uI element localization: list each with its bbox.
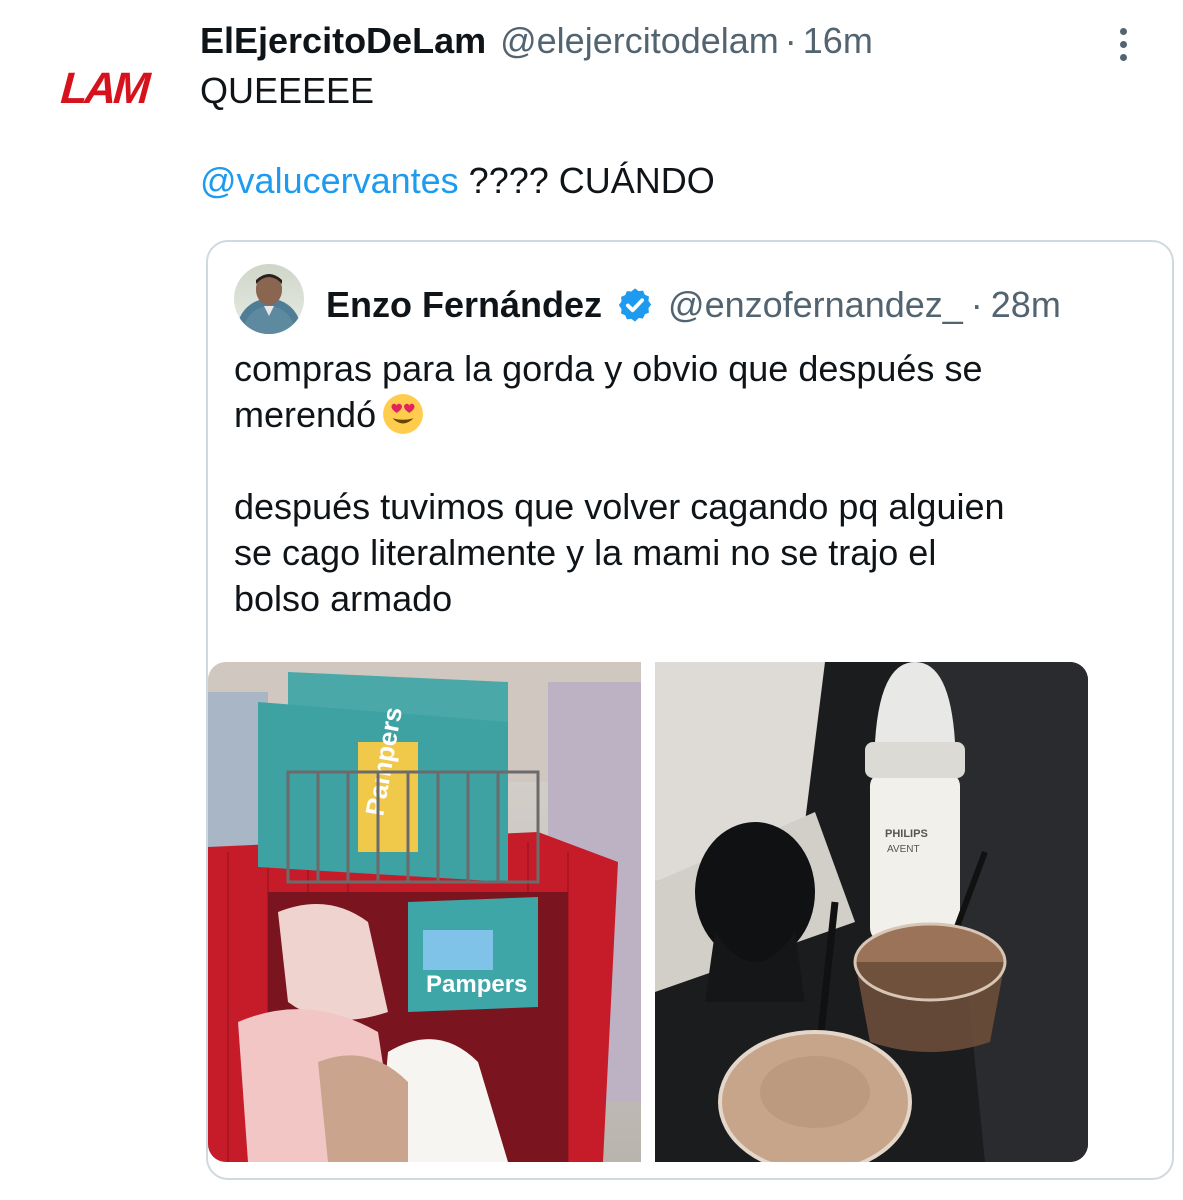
author-handle[interactable]: @elejercitodelam [500, 20, 779, 62]
quoted-text-line: merendó [234, 392, 1134, 438]
quoted-avatar[interactable] [234, 264, 304, 334]
tweet-text-line-1: QUEEEEE [200, 70, 375, 111]
tweet-text-line-2: @valucervantes ???? CUÁNDO [200, 160, 715, 202]
heart-eyes-emoji-icon [383, 394, 424, 434]
quoted-text: compras para la gorda y obvio que despué… [234, 346, 1134, 622]
tweet-text-rest: ???? CUÁNDO [458, 160, 715, 201]
bottle-brand-label: PHILIPS [885, 828, 928, 840]
quoted-tweet-card[interactable]: Enzo Fernández @enzofernandez_ · 28m com… [206, 240, 1174, 1180]
svg-text:Pampers: Pampers [426, 971, 527, 998]
header-separator: · [784, 20, 797, 61]
quoted-separator: · [970, 284, 983, 325]
quoted-text-line: se cago literalmente y la mami no se tra… [234, 532, 937, 573]
photo-car-console[interactable]: PHILIPS AVENT [655, 662, 1088, 1162]
more-options-icon[interactable] [1106, 22, 1140, 66]
lam-logo[interactable]: LAM [53, 64, 154, 113]
bottle-sub-label: AVENT [887, 844, 920, 855]
quoted-timestamp[interactable]: 28m [991, 284, 1061, 326]
quoted-author-handle[interactable]: @enzofernandez_ [668, 284, 963, 326]
quoted-text-line: bolso armado [234, 578, 453, 619]
photo-shopping-cart[interactable]: Pampers Pampers [208, 662, 641, 1162]
mention-link[interactable]: @valucervantes [200, 160, 459, 201]
quoted-text-line: compras para la gorda y obvio que despué… [234, 348, 983, 389]
quoted-header: Enzo Fernández @enzofernandez_ · 28m [326, 280, 1061, 330]
author-name[interactable]: ElEjercitoDeLam [200, 20, 486, 62]
verified-badge-icon [618, 288, 652, 322]
tweet-timestamp[interactable]: 16m [803, 20, 873, 62]
quoted-author-name[interactable]: Enzo Fernández [326, 284, 602, 326]
quoted-text-line: después tuvimos que volver cagando pq al… [234, 486, 1005, 527]
tweet-header: ElEjercitoDeLam @elejercitodelam · 16m [200, 20, 873, 64]
